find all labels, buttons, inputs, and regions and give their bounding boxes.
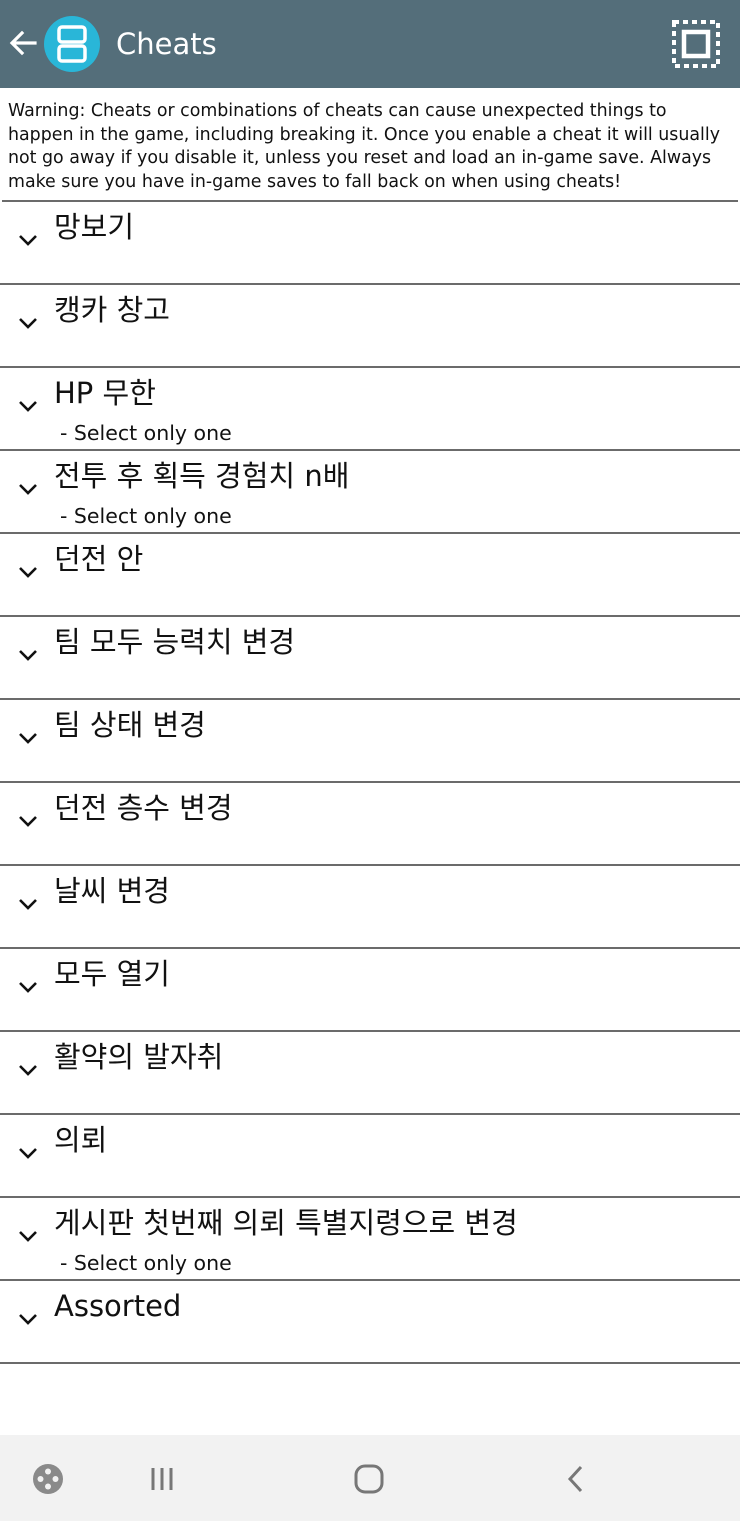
cheat-item[interactable]: 던전 층수 변경	[0, 783, 740, 866]
app-bar: Cheats	[0, 0, 740, 88]
nav-back-icon[interactable]	[554, 1457, 598, 1501]
cheat-subtitle: - Select only one	[60, 1251, 232, 1275]
cheat-item[interactable]: 팀 모두 능력치 변경	[0, 617, 740, 700]
cheat-subtitle: - Select only one	[60, 504, 232, 528]
chevron-down-icon[interactable]	[17, 481, 39, 497]
system-navigation-bar	[0, 1435, 740, 1521]
cheat-title: 캥카 창고	[54, 293, 170, 327]
cheat-list: 망보기 캥카 창고 HP 무한 - Select only one 전투 후 획득 경험…	[0, 202, 740, 1364]
chevron-down-icon[interactable]	[17, 564, 39, 580]
cheat-title: Assorted	[54, 1289, 182, 1323]
home-icon[interactable]	[347, 1457, 391, 1501]
chevron-down-icon[interactable]	[17, 232, 39, 248]
cheat-item[interactable]: 모두 열기	[0, 949, 740, 1032]
chevron-down-icon[interactable]	[17, 896, 39, 912]
back-arrow-icon[interactable]	[6, 26, 40, 60]
cheat-title: 날씨 변경	[54, 874, 170, 908]
chevron-down-icon[interactable]	[17, 647, 39, 663]
cheat-item[interactable]: Assorted	[0, 1281, 740, 1364]
app-logo-icon	[44, 16, 100, 72]
chevron-down-icon[interactable]	[17, 315, 39, 331]
cheats-warning-text: Warning: Cheats or combinations of cheat…	[8, 101, 721, 192]
chevron-down-icon[interactable]	[17, 1145, 39, 1161]
cheat-title: 팀 상태 변경	[54, 708, 206, 742]
cheat-title: 던전 층수 변경	[54, 791, 233, 825]
cheat-title: 전투 후 획득 경험치 n배	[54, 459, 350, 493]
cheat-title: 던전 안	[54, 542, 144, 576]
fullscreen-icon[interactable]	[670, 18, 722, 70]
chevron-down-icon[interactable]	[17, 1228, 39, 1244]
chevron-down-icon[interactable]	[17, 813, 39, 829]
cheat-title: HP 무한	[54, 376, 156, 410]
cheat-title: 게시판 첫번째 의뢰 특별지령으로 변경	[54, 1206, 518, 1240]
chevron-down-icon[interactable]	[17, 730, 39, 746]
chevron-down-icon[interactable]	[17, 1062, 39, 1078]
cheat-item[interactable]: 날씨 변경	[0, 866, 740, 949]
cheat-item[interactable]: 전투 후 획득 경험치 n배 - Select only one	[0, 451, 740, 534]
cheat-title: 망보기	[54, 210, 135, 244]
cheat-item[interactable]: 의뢰	[0, 1115, 740, 1198]
recent-apps-icon[interactable]	[140, 1457, 184, 1501]
page-title: Cheats	[116, 27, 217, 61]
chevron-down-icon[interactable]	[17, 979, 39, 995]
game-launcher-icon[interactable]	[26, 1457, 70, 1501]
cheat-title: 모두 열기	[54, 957, 170, 991]
cheat-item[interactable]: HP 무한 - Select only one	[0, 368, 740, 451]
cheat-item[interactable]: 캥카 창고	[0, 285, 740, 368]
cheat-subtitle: - Select only one	[60, 421, 232, 445]
cheat-item[interactable]: 게시판 첫번째 의뢰 특별지령으로 변경 - Select only one	[0, 1198, 740, 1281]
chevron-down-icon[interactable]	[17, 1311, 39, 1327]
cheat-item[interactable]: 활약의 발자취	[0, 1032, 740, 1115]
cheat-item[interactable]: 던전 안	[0, 534, 740, 617]
cheat-item[interactable]: 팀 상태 변경	[0, 700, 740, 783]
chevron-down-icon[interactable]	[17, 398, 39, 414]
cheat-title: 활약의 발자취	[54, 1040, 224, 1074]
cheat-item[interactable]: 망보기	[0, 202, 740, 285]
cheat-title: 팀 모두 능력치 변경	[54, 625, 296, 659]
cheat-title: 의뢰	[54, 1123, 108, 1157]
